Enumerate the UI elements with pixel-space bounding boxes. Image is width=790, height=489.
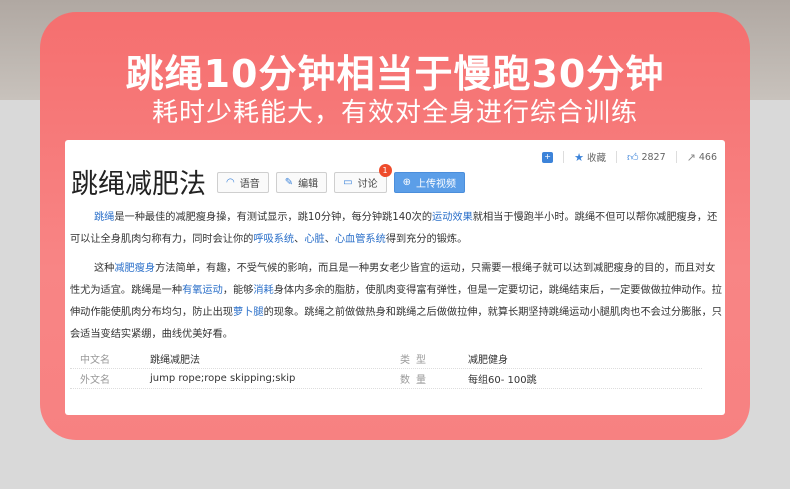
text: 得到充分的锻炼。	[385, 234, 468, 245]
headphones-icon: ◠	[226, 177, 235, 188]
upload-video-button[interactable]: ⊕ 上传视频	[393, 172, 465, 193]
like-count: 2827	[641, 151, 666, 163]
info-row: 外文名 jump rope;rope skipping;skip 数量 每组60…	[70, 369, 702, 389]
comment-icon: ▭	[343, 177, 353, 188]
share-icon: ↗	[686, 150, 696, 164]
text: 、	[294, 234, 305, 245]
info-row: 中文名 跳绳减肥法 类型 减肥健身	[70, 349, 702, 369]
share-button[interactable]: ↗ 466	[687, 152, 717, 163]
link-heart[interactable]: 心脏	[304, 234, 324, 245]
article-toolbar: + ★ 收藏 👍︎ 2827 ↗ 466	[532, 150, 717, 164]
edit-button[interactable]: ✎ 编辑	[275, 172, 328, 193]
collect-button[interactable]: ★ 收藏	[574, 150, 606, 165]
link-exercise-effect[interactable]: 运动效果	[432, 212, 473, 223]
link-weight-loss[interactable]: 减肥瘦身	[114, 263, 155, 274]
article-actions: ◠ 语音 ✎ 编辑 ▭ 讨论 1 ⊕ 上传视频	[217, 164, 472, 193]
text: ，能够	[222, 285, 254, 296]
divider	[615, 151, 617, 163]
like-button[interactable]: 👍︎ 2827	[627, 152, 666, 163]
page-title: 跳绳减肥法	[71, 169, 206, 200]
text: 是一种最佳的减肥瘦身操，有测试显示，跳10分钟，每分钟跳140次的	[114, 212, 433, 223]
voice-label: 语音	[239, 179, 260, 190]
info-key: 外文名	[80, 375, 110, 386]
text: 这种	[94, 263, 115, 274]
article-panel: + ★ 收藏 👍︎ 2827 ↗ 466 跳绳减肥法 ◠ 语音 ✎ 编辑 ▭ 讨…	[65, 140, 725, 415]
collect-label: 收藏	[586, 153, 606, 164]
discuss-label: 讨论	[357, 179, 378, 190]
link-aerobic-exercise[interactable]: 有氧运动	[182, 285, 223, 296]
info-key: 中文名	[80, 355, 110, 366]
banner-subline: 耗时少耗能大，有效对全身进行综合训练	[151, 98, 638, 128]
info-value: 减肥健身	[468, 355, 508, 366]
notification-badge: 1	[378, 164, 392, 177]
banner-headline: 跳绳10分钟相当于慢跑30分钟	[125, 52, 665, 96]
info-table: 中文名 跳绳减肥法 类型 减肥健身 外文名 jump rope;rope ski…	[70, 349, 702, 389]
link-consume[interactable]: 消耗	[253, 285, 273, 296]
share-count: 466	[698, 151, 717, 163]
paragraph-2: 这种减肥瘦身方法简单，有趣，不受气候的影响，而且是一种男女老少皆宜的运动，只需要…	[70, 258, 722, 346]
link-respiratory-system[interactable]: 呼吸系统	[253, 234, 294, 245]
plus-circle-icon: ⊕	[402, 177, 411, 188]
info-value: jump rope;rope skipping;skip	[150, 373, 296, 384]
add-entry-button[interactable]: +	[542, 151, 554, 163]
pencil-icon: ✎	[284, 177, 294, 188]
divider	[563, 151, 565, 163]
info-value: 每组60- 100跳	[468, 375, 537, 386]
discuss-button[interactable]: ▭ 讨论 1	[334, 164, 392, 193]
thumbs-up-icon: 👍︎	[626, 150, 639, 164]
text: 、	[324, 234, 335, 245]
paragraph-1: 跳绳是一种最佳的减肥瘦身操，有测试显示，跳10分钟，每分钟跳140次的运动效果就…	[70, 207, 722, 251]
divider	[675, 151, 677, 163]
plus-square-icon: +	[542, 151, 554, 163]
info-key: 数量	[400, 375, 432, 386]
link-jump-rope[interactable]: 跳绳	[94, 212, 114, 223]
link-radish-legs[interactable]: 萝卜腿	[233, 307, 264, 318]
link-cardiovascular-system[interactable]: 心血管系统	[335, 234, 386, 245]
info-value: 跳绳减肥法	[150, 355, 200, 366]
star-icon: ★	[574, 150, 584, 164]
info-key: 类型	[400, 355, 432, 366]
voice-button[interactable]: ◠ 语音	[217, 172, 269, 193]
upload-video-label: 上传视频	[415, 179, 456, 190]
edit-label: 编辑	[298, 179, 319, 190]
